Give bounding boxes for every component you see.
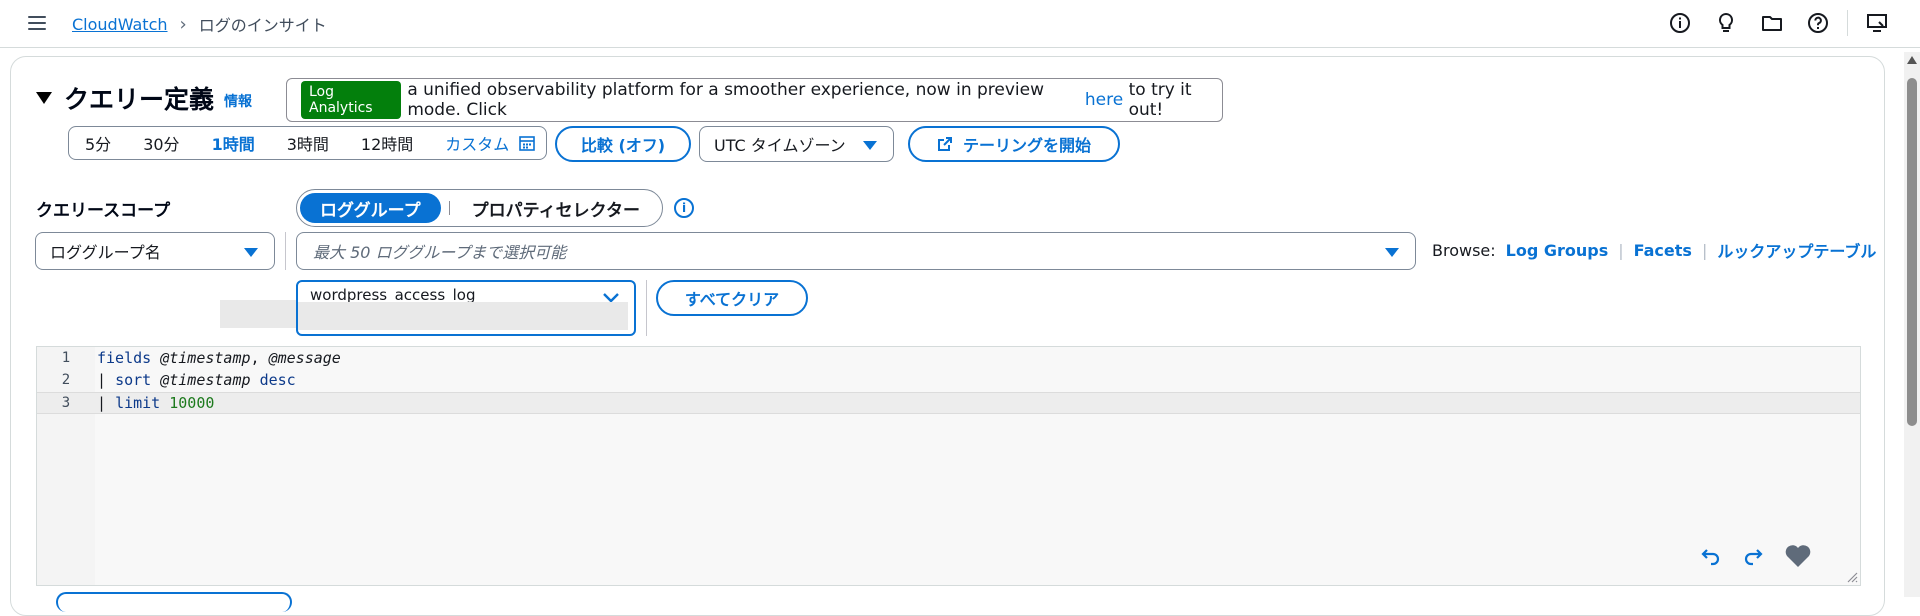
breadcrumb-current: ログのインサイト — [198, 16, 327, 35]
clear-all-button[interactable]: すべてクリア — [656, 280, 808, 316]
log-group-placeholder: 最大 50 ロググループまで選択可能 — [313, 243, 567, 262]
undo-icon[interactable] — [1700, 545, 1722, 567]
scrollbar-thumb[interactable] — [1907, 78, 1917, 426]
page-title: クエリー定義 — [64, 85, 215, 114]
divider — [1847, 10, 1848, 36]
line-number: 3 — [61, 395, 71, 411]
scope-info-icon[interactable]: i — [674, 198, 694, 218]
help-icon[interactable] — [1805, 10, 1831, 36]
menu-icon[interactable] — [26, 13, 48, 33]
toggle-divider — [448, 201, 450, 215]
redacted-area — [220, 300, 296, 328]
banner-text: a unified observability platform for a s… — [407, 80, 1045, 120]
start-tailing-button[interactable]: テーリングを開始 — [908, 126, 1120, 162]
query-header: クエリー定義 情報 — [36, 80, 252, 116]
scope-toggle: ロググループ プロパティセレクター — [296, 189, 663, 227]
start-tailing-label: テーリングを開始 — [962, 136, 1091, 155]
code-line: 1 fields @timestamp, @message — [37, 347, 1860, 369]
line-number: 2 — [61, 372, 71, 388]
divider: | — [1618, 240, 1624, 260]
top-icon-bar — [1667, 10, 1890, 36]
time-range-30m[interactable]: 30分 — [127, 131, 195, 155]
query-editor[interactable]: 1 fields @timestamp, @message 2 | sort @… — [36, 346, 1861, 586]
resize-handle-icon[interactable] — [1846, 571, 1858, 583]
heart-icon[interactable] — [1784, 543, 1812, 569]
log-analytics-badge: Log Analytics — [301, 81, 402, 119]
code-keyword: limit — [115, 394, 161, 412]
banner-suffix: to try it out! — [1128, 80, 1192, 120]
toggle-property-selector[interactable]: プロパティセレクター — [458, 196, 654, 221]
code-punct: , — [250, 349, 269, 367]
caret-down-icon[interactable] — [36, 92, 52, 104]
code-text: | sort @timestamp desc — [97, 371, 296, 389]
divider: | — [1701, 240, 1708, 260]
line-number: 1 — [61, 350, 71, 366]
browse-links: Browse: Log Groups | Facets | ルックアップテーブル — [1432, 238, 1876, 262]
external-link-icon — [937, 137, 952, 151]
breadcrumb-cloudwatch[interactable]: CloudWatch — [72, 15, 168, 34]
time-range-3h[interactable]: 3時間 — [271, 131, 345, 155]
time-range-selector: 5分 30分 1時間 3時間 12時間 カスタム — [68, 126, 547, 160]
breadcrumb: CloudWatch › ログのインサイト — [72, 12, 327, 36]
code-text: | limit 10000 — [97, 394, 214, 412]
redacted-area — [298, 302, 628, 330]
run-query-button[interactable] — [56, 592, 292, 612]
code-pipe: | — [97, 371, 116, 389]
code-text: fields @timestamp, @message — [97, 349, 341, 367]
caret-down-icon — [863, 141, 877, 150]
browse-facets-link[interactable]: Facets — [1634, 241, 1692, 260]
time-range-1h[interactable]: 1時間 — [196, 131, 271, 155]
code-pipe: | — [97, 394, 116, 412]
code-variable: @message — [268, 349, 341, 367]
scroll-up-arrow[interactable] — [1907, 56, 1917, 64]
time-range-12h[interactable]: 12時間 — [345, 131, 429, 155]
toggle-log-group[interactable]: ロググループ — [300, 193, 441, 223]
code-variable: @timestamp — [160, 349, 251, 367]
log-group-multiselect[interactable]: 最大 50 ロググループまで選択可能 — [296, 232, 1416, 270]
log-analytics-banner: Log Analytics a unified observability pl… — [286, 78, 1223, 122]
screen-icon[interactable] — [1864, 10, 1890, 36]
custom-label: カスタム — [445, 135, 510, 154]
time-range-custom[interactable]: カスタム — [429, 131, 543, 155]
timezone-value: UTC タイムゾーン — [714, 136, 846, 155]
info-icon[interactable] — [1667, 10, 1693, 36]
compare-button[interactable]: 比較 (オフ) — [555, 126, 691, 162]
query-scope-label: クエリースコープ — [36, 201, 171, 221]
divider — [285, 232, 286, 270]
code-line-current: 3 | limit 10000 — [37, 392, 1860, 414]
browse-label: Browse: — [1432, 240, 1496, 260]
time-range-5m[interactable]: 5分 — [69, 131, 127, 155]
banner-here-link[interactable]: here — [1085, 90, 1123, 110]
code-keyword: sort — [115, 371, 152, 389]
editor-toolbar — [1700, 543, 1812, 569]
log-group-filter-select[interactable]: ロググループ名 — [35, 232, 275, 270]
top-bar: CloudWatch › ログのインサイト — [0, 0, 1920, 48]
code-keyword: fields — [97, 349, 152, 367]
code-line: 2 | sort @timestamp desc — [37, 369, 1860, 391]
browse-lookup-tables-link[interactable]: ルックアップテーブル — [1717, 238, 1876, 262]
caret-down-icon — [244, 248, 258, 257]
folder-icon[interactable] — [1759, 10, 1785, 36]
browse-log-groups-link[interactable]: Log Groups — [1506, 241, 1609, 260]
caret-down-icon — [1385, 248, 1399, 257]
calendar-icon — [519, 136, 536, 151]
code-keyword: desc — [259, 371, 296, 389]
selected-log-group-token[interactable]: wordpress_access_log — [296, 280, 636, 336]
code-number: 10000 — [169, 394, 215, 412]
divider — [646, 280, 647, 336]
lightbulb-icon[interactable] — [1713, 10, 1739, 36]
log-group-filter-value: ロググループ名 — [50, 243, 161, 262]
chevron-right-icon: › — [179, 13, 187, 35]
code-variable: @timestamp — [160, 371, 251, 389]
timezone-select[interactable]: UTC タイムゾーン — [699, 126, 894, 162]
info-link[interactable]: 情報 — [224, 91, 252, 111]
redo-icon[interactable] — [1742, 545, 1764, 567]
